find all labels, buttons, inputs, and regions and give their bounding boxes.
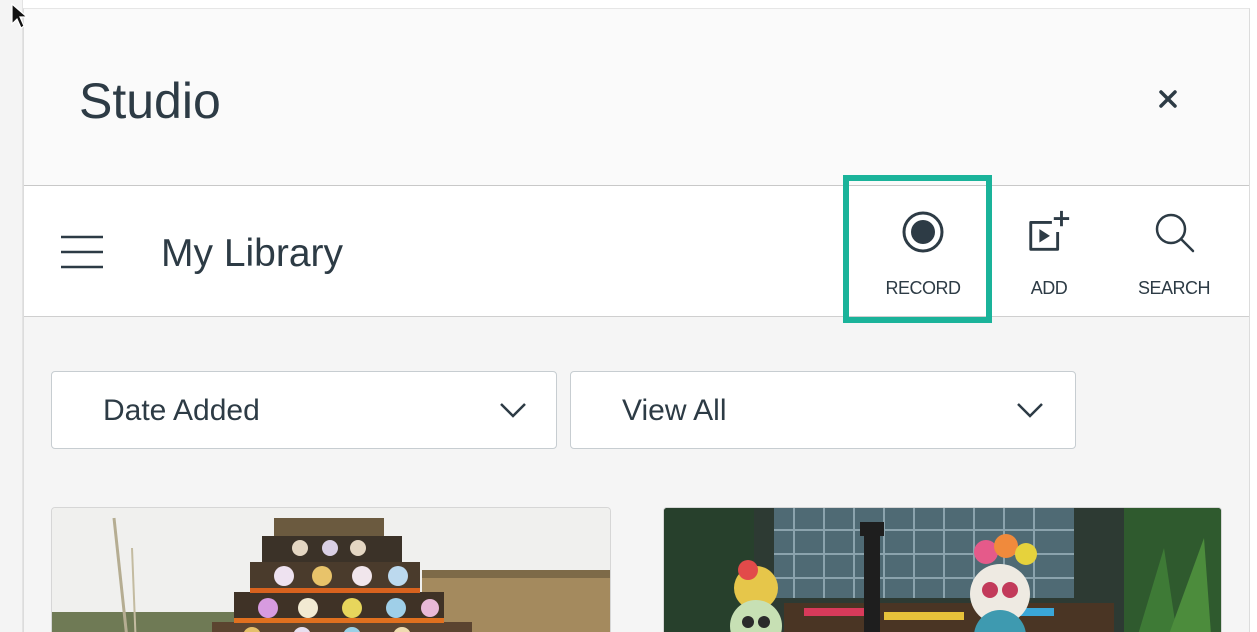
thumbnail-image	[52, 508, 610, 632]
add-button[interactable]: ADD	[1004, 208, 1094, 302]
panel-title: Studio	[79, 73, 221, 129]
sort-dropdown-value: Date Added	[103, 394, 260, 427]
view-filter-dropdown[interactable]: View All	[570, 371, 1076, 449]
screen: Studio My Library RECORD ADD SEARCH Date…	[0, 0, 1257, 632]
mouse-cursor-icon	[11, 2, 29, 29]
media-thumbnail[interactable]	[51, 507, 611, 632]
sort-dropdown[interactable]: Date Added	[51, 371, 557, 449]
close-icon	[1159, 90, 1177, 108]
add-label: ADD	[1030, 278, 1068, 298]
media-thumbnail[interactable]	[663, 507, 1222, 632]
add-media-icon	[1025, 208, 1073, 256]
hamburger-menu-icon	[61, 235, 103, 269]
record-label: RECORD	[885, 278, 961, 298]
background-window-edge	[0, 0, 23, 632]
chevron-down-icon	[500, 403, 526, 418]
library-content: Date Added View All	[24, 317, 1249, 632]
panel-header: Studio	[24, 9, 1249, 186]
thumbnail-image	[664, 508, 1221, 632]
menu-button[interactable]	[60, 234, 104, 270]
search-label: SEARCH	[1137, 278, 1211, 298]
chevron-down-icon	[1017, 403, 1043, 418]
library-toolbar: My Library RECORD ADD SEARCH	[24, 186, 1249, 317]
library-title: My Library	[161, 232, 344, 275]
search-icon	[1150, 208, 1198, 256]
close-button[interactable]	[1148, 79, 1188, 119]
studio-panel: Studio My Library RECORD ADD SEARCH Date…	[23, 8, 1250, 632]
view-filter-value: View All	[622, 394, 727, 427]
record-icon	[899, 208, 947, 256]
search-button[interactable]: SEARCH	[1124, 208, 1224, 302]
record-button[interactable]: RECORD	[854, 208, 992, 302]
